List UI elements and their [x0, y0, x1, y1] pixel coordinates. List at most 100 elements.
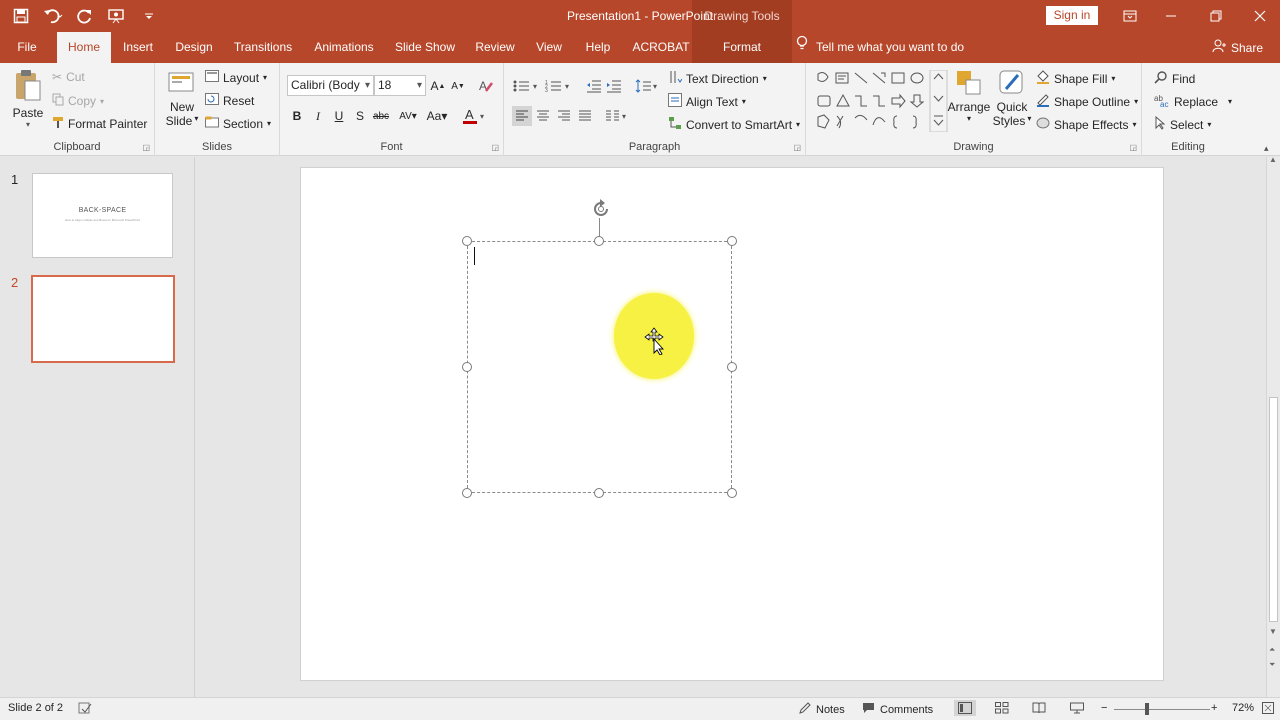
font-dialog-launcher-icon[interactable]: ◲	[491, 143, 499, 152]
restore-icon[interactable]	[1205, 5, 1227, 27]
layout-button[interactable]: Layout ▾	[205, 70, 267, 85]
align-left-icon[interactable]	[512, 106, 532, 126]
bullets-icon[interactable]: ▾	[512, 76, 540, 96]
paste-button[interactable]: Paste ▾	[9, 69, 47, 129]
find-button[interactable]: Find	[1154, 70, 1195, 87]
resize-handle-right[interactable]	[727, 362, 737, 372]
align-center-icon[interactable]	[533, 106, 553, 126]
scroll-up-icon[interactable]: ▲	[1269, 155, 1277, 164]
vertical-scrollbar[interactable]: ▲ ▼ ⏶ ⏷	[1266, 155, 1280, 697]
convert-to-smartart-button[interactable]: Convert to SmartArt ▾	[668, 116, 800, 133]
arrange-button[interactable]: Arrange ▾	[948, 69, 990, 123]
svg-text:3: 3	[545, 88, 548, 93]
shape-outline-button[interactable]: Shape Outline ▾	[1036, 93, 1138, 110]
notes-button[interactable]: Notes	[799, 702, 845, 717]
resize-handle-bottom[interactable]	[594, 488, 604, 498]
resize-handle-top-left[interactable]	[462, 236, 472, 246]
resize-handle-bottom-left[interactable]	[462, 488, 472, 498]
font-name-combo[interactable]: Calibri (Body ▾	[287, 75, 374, 96]
zoom-level[interactable]: 72%	[1232, 702, 1254, 714]
text-shadow-icon[interactable]: S	[350, 106, 370, 126]
zoom-slider[interactable]	[1114, 709, 1210, 710]
tab-view[interactable]: View	[530, 32, 568, 63]
text-direction-button[interactable]: Text Direction ▾	[668, 70, 767, 87]
tab-insert[interactable]: Insert	[116, 32, 160, 63]
character-spacing-icon[interactable]: AV▾	[395, 106, 421, 126]
zoom-in-icon[interactable]: +	[1211, 702, 1217, 714]
tell-me-box[interactable]: Tell me what you want to do	[796, 32, 964, 63]
sign-in-button[interactable]: Sign in	[1046, 6, 1098, 25]
reset-button[interactable]: Reset	[205, 93, 254, 108]
format-painter-button[interactable]: Format Painter	[52, 116, 147, 132]
previous-slide-icon[interactable]: ⏶	[1269, 645, 1275, 655]
justify-icon[interactable]	[575, 106, 595, 126]
underline-icon[interactable]: U	[329, 106, 349, 126]
numbering-icon[interactable]: 1 2 3 ▾	[544, 76, 572, 96]
tab-acrobat[interactable]: ACROBAT	[628, 32, 694, 63]
tab-help[interactable]: Help	[578, 32, 618, 63]
tab-design[interactable]: Design	[168, 32, 220, 63]
decrease-indent-icon[interactable]	[584, 76, 604, 96]
italic-icon[interactable]: I	[308, 106, 328, 126]
zoom-slider-thumb[interactable]	[1145, 703, 1149, 715]
strikethrough-icon[interactable]: abc	[371, 106, 391, 126]
shape-fill-button[interactable]: Shape Fill ▾	[1036, 70, 1115, 87]
collapse-ribbon-icon[interactable]: ▴	[1264, 143, 1269, 154]
normal-view-icon[interactable]	[954, 700, 976, 716]
reading-view-icon[interactable]	[1032, 702, 1046, 714]
minimize-icon[interactable]	[1160, 5, 1182, 27]
section-button[interactable]: Section ▾	[205, 116, 271, 131]
shape-effects-button[interactable]: Shape Effects ▾	[1036, 116, 1137, 133]
scrollbar-thumb[interactable]	[1269, 397, 1278, 622]
increase-font-size-icon[interactable]: A ▲	[428, 76, 448, 96]
tab-home[interactable]: Home	[57, 32, 111, 63]
align-right-icon[interactable]	[554, 106, 574, 126]
scroll-down-icon[interactable]: ▼	[1269, 627, 1277, 636]
share-button[interactable]: Share	[1212, 32, 1263, 63]
line-spacing-icon[interactable]: ▾	[634, 76, 660, 96]
columns-icon[interactable]: ▾	[604, 106, 630, 126]
resize-handle-left[interactable]	[462, 362, 472, 372]
shapes-gallery[interactable]	[815, 69, 948, 133]
tab-format[interactable]: Format	[692, 32, 792, 63]
zoom-out-icon[interactable]: −	[1101, 702, 1107, 714]
change-case-icon[interactable]: Aa▾	[423, 106, 451, 126]
close-icon[interactable]	[1249, 5, 1271, 27]
increase-indent-icon[interactable]	[604, 76, 624, 96]
replace-button[interactable]: ab ac Replace ▾	[1154, 93, 1232, 110]
slide-show-view-icon[interactable]	[1070, 702, 1084, 714]
ribbon-display-options-icon[interactable]	[1119, 5, 1141, 27]
bold-icon[interactable]: B	[287, 106, 307, 126]
new-slide-button[interactable]: New Slide ▾	[163, 69, 201, 128]
spell-check-icon[interactable]	[78, 702, 92, 714]
text-box[interactable]	[467, 241, 732, 493]
clipboard-dialog-launcher-icon[interactable]: ◲	[142, 143, 150, 152]
font-size-combo[interactable]: 18 ▾	[374, 75, 426, 96]
font-color-icon[interactable]: A ▾	[460, 106, 490, 126]
resize-handle-top[interactable]	[594, 236, 604, 246]
tab-file[interactable]: File	[8, 32, 46, 63]
rotate-handle-icon[interactable]	[590, 198, 612, 223]
slide-thumbnail-2[interactable]	[31, 275, 175, 363]
decrease-font-size-icon[interactable]: A ▼	[448, 76, 468, 96]
copy-button[interactable]: Copy ▾	[52, 93, 104, 109]
fit-to-window-icon[interactable]	[1262, 702, 1274, 714]
cut-button[interactable]: ✂ Cut	[52, 70, 85, 84]
resize-handle-top-right[interactable]	[727, 236, 737, 246]
tab-transitions[interactable]: Transitions	[228, 32, 298, 63]
next-slide-icon[interactable]: ⏷	[1269, 660, 1275, 670]
tab-animations[interactable]: Animations	[308, 32, 380, 63]
tab-review[interactable]: Review	[470, 32, 520, 63]
quick-styles-button[interactable]: Quick Styles ▾	[992, 69, 1032, 128]
tab-slide-show[interactable]: Slide Show	[390, 32, 460, 63]
slide-thumbnail-1[interactable]: BACK-SPACE How to Align multiple text Bo…	[32, 173, 173, 258]
align-text-button[interactable]: Align Text ▾	[668, 93, 746, 110]
paste-dropdown-icon[interactable]: ▾	[26, 120, 30, 129]
select-button[interactable]: Select ▾	[1154, 115, 1211, 133]
comments-button[interactable]: Comments	[862, 702, 933, 717]
resize-handle-bottom-right[interactable]	[727, 488, 737, 498]
slide-sorter-icon[interactable]	[995, 702, 1009, 714]
drawing-dialog-launcher-icon[interactable]: ◲	[1129, 143, 1137, 152]
clear-formatting-icon[interactable]: A	[476, 76, 496, 96]
paragraph-dialog-launcher-icon[interactable]: ◲	[793, 143, 801, 152]
